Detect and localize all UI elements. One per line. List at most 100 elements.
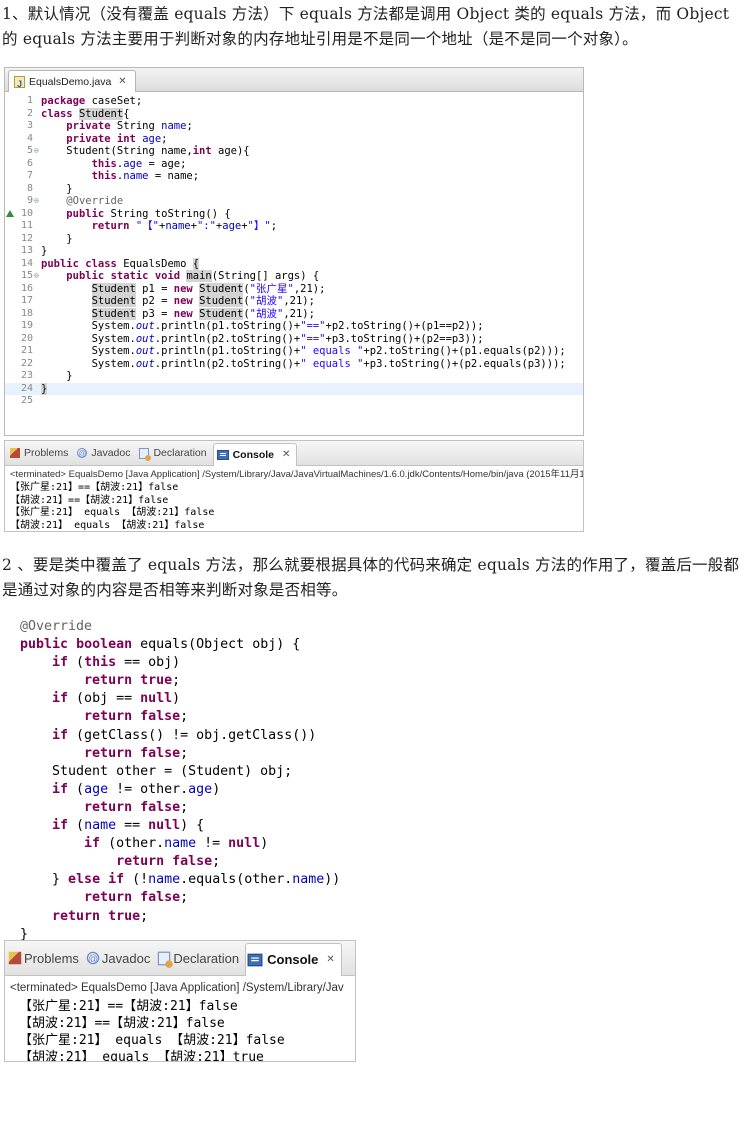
code-line: 18 Student p3 = new Student("胡波",21);	[5, 307, 583, 321]
code-line: 21 System.out.println(p1.toString()+" eq…	[5, 345, 583, 358]
line-number: 21	[20, 345, 33, 356]
line-number: 20	[20, 332, 33, 344]
code-text: System.out.println(p2.toString()+" equal…	[41, 357, 566, 370]
console-icon	[247, 953, 263, 966]
console-output-line: 【张广星:21】 equals 【胡波:21】false	[19, 1033, 285, 1048]
code-line: 14 public class EqualsDemo {	[5, 257, 583, 271]
line-number: 5	[26, 145, 33, 156]
close-icon[interactable]: ✕	[282, 449, 290, 460]
fold-icon[interactable]: ⊖	[34, 195, 39, 208]
snippet-line: @Override	[20, 619, 93, 634]
problems-icon	[10, 448, 20, 458]
console-output-line: 【胡波:21】==【胡波:21】false	[19, 1016, 225, 1031]
line-number: 15	[20, 270, 33, 281]
code-line: 7 this.name = name;	[5, 170, 583, 183]
code-line: 8 }	[5, 183, 583, 196]
code-line: 17 Student p2 = new Student("胡波",21);	[5, 295, 583, 308]
tab-console[interactable]: Console ✕	[245, 942, 342, 976]
editor-tab[interactable]: EqualsDemo.java ✕	[8, 70, 136, 94]
code-text: public String toString() {	[66, 207, 231, 220]
line-number: 2	[26, 107, 33, 119]
line-number: 6	[26, 157, 33, 169]
console-panel-1: Problems @ Javadoc Declaration Console ✕ <…	[4, 440, 584, 532]
snippet-line: } else if (!name.equals(other.name))	[20, 872, 341, 888]
editor-tab-title: EqualsDemo.java	[29, 75, 112, 88]
close-icon[interactable]: ✕	[326, 954, 334, 965]
declaration-icon	[158, 951, 174, 968]
snippet-line: if (obj == null)	[52, 691, 181, 707]
code-text: }	[41, 382, 48, 395]
javadoc-icon: @	[86, 951, 100, 965]
console-output-line: 【张广星:21】==【胡波:21】false	[19, 999, 238, 1014]
code-line: 9 ⊖ @Override	[5, 195, 583, 208]
code-text: Student p3 = new Student("胡波",21);	[91, 307, 315, 320]
code-line: 1 package caseSet;	[5, 95, 583, 108]
console-output-line: 【胡波:21】 equals 【胡波:21】false	[10, 519, 205, 531]
line-number: 23	[20, 370, 33, 381]
snippet-line: return false;	[84, 709, 189, 725]
tab-label: Problems	[24, 447, 69, 459]
code-text: private int age;	[66, 132, 168, 145]
fold-icon[interactable]: ⊖	[34, 145, 39, 158]
code-text: @Override	[66, 195, 124, 207]
line-number: 11	[20, 220, 33, 231]
close-icon[interactable]: ✕	[118, 72, 126, 92]
snippet-line: Student other = (Student) obj;	[20, 763, 293, 779]
code-line: 3 private String name;	[5, 120, 583, 133]
tab-declaration[interactable]: Declaration	[136, 441, 212, 465]
intro-paragraph-2: 2 、要是类中覆盖了 equals 方法，那么就要根据具体的代码来确定 equa…	[2, 556, 740, 599]
code-area[interactable]: 1 package caseSet; 2 class Student{ 3 priv…	[5, 92, 583, 408]
tab-label: Declaration	[153, 447, 207, 459]
code-text: private String name;	[66, 120, 193, 132]
intro-paragraph-1: 1、默认情况（没有覆盖 equals 方法）下 equals 方法都是调用 Ob…	[2, 5, 730, 48]
tab-javadoc[interactable]: @ Javadoc	[85, 941, 156, 975]
tab-console[interactable]: Console ✕	[212, 442, 298, 466]
code-editor[interactable]: EqualsDemo.java ✕ 1 package caseSet; 2 cla…	[4, 67, 584, 436]
fold-icon[interactable]: ⊖	[34, 270, 39, 283]
code-text: }	[41, 182, 73, 195]
line-number: 9	[26, 195, 33, 206]
snippet-line: return false;	[116, 854, 221, 870]
view-tab-bar: Problems @ Javadoc Declaration Console ✕	[5, 441, 583, 466]
console-output-line: 【胡波:21】 equals 【胡波:21】true	[19, 1050, 264, 1062]
code-text: public static void main(String[] args) {	[66, 270, 320, 282]
line-number: 16	[20, 282, 33, 294]
code-line: 10 public String toString() {	[5, 208, 583, 221]
code-line: 6 this.age = age;	[5, 158, 583, 171]
line-number: 8	[26, 182, 33, 194]
tab-label: Problems	[24, 950, 79, 966]
console-panel-2: Problems @ Javadoc Declaration Console ✕ <…	[4, 940, 356, 1062]
code-text: class Student{	[41, 107, 130, 120]
code-line: 5 ⊖ Student(String name,int age){	[5, 145, 583, 158]
snippet-line: return true;	[52, 908, 149, 924]
line-number: 13	[20, 245, 33, 256]
snippet-line: return true;	[84, 673, 181, 689]
tab-declaration[interactable]: Declaration	[156, 941, 245, 975]
line-number: 24	[20, 382, 33, 394]
line-number: 18	[20, 307, 33, 319]
snippet-line: if (getClass() != obj.getClass())	[52, 727, 317, 743]
code-line-current: 24}	[5, 382, 583, 395]
code-line: 25	[5, 395, 583, 408]
tab-javadoc[interactable]: @ Javadoc	[74, 441, 136, 465]
terminated-status: <terminated> EqualsDemo [Java Applicatio…	[10, 469, 584, 480]
tab-problems[interactable]: Problems	[7, 441, 74, 465]
code-text: }	[41, 370, 73, 382]
line-number: 22	[20, 357, 33, 369]
code-text: this.name = name;	[91, 170, 200, 182]
snippet-line: return false;	[84, 890, 189, 906]
snippet-line: if (other.name != null)	[84, 836, 269, 852]
tab-problems[interactable]: Problems	[7, 941, 85, 975]
line-number: 4	[26, 132, 33, 144]
line-number: 3	[26, 120, 33, 131]
console-output-line: 【张广星:21】==【胡波:21】false	[10, 482, 179, 493]
code-line: 13}	[5, 245, 583, 258]
code-text: this.age = age;	[91, 157, 187, 170]
tab-label: Declaration	[173, 950, 240, 966]
terminated-status: <terminated> EqualsDemo [Java Applicatio…	[10, 982, 344, 994]
code-text: }	[41, 232, 73, 245]
line-number: 25	[20, 395, 33, 406]
java-file-icon	[14, 74, 25, 94]
code-line: 2 class Student{	[5, 107, 583, 121]
code-line: 19 System.out.println(p1.toString()+"=="…	[5, 320, 583, 333]
